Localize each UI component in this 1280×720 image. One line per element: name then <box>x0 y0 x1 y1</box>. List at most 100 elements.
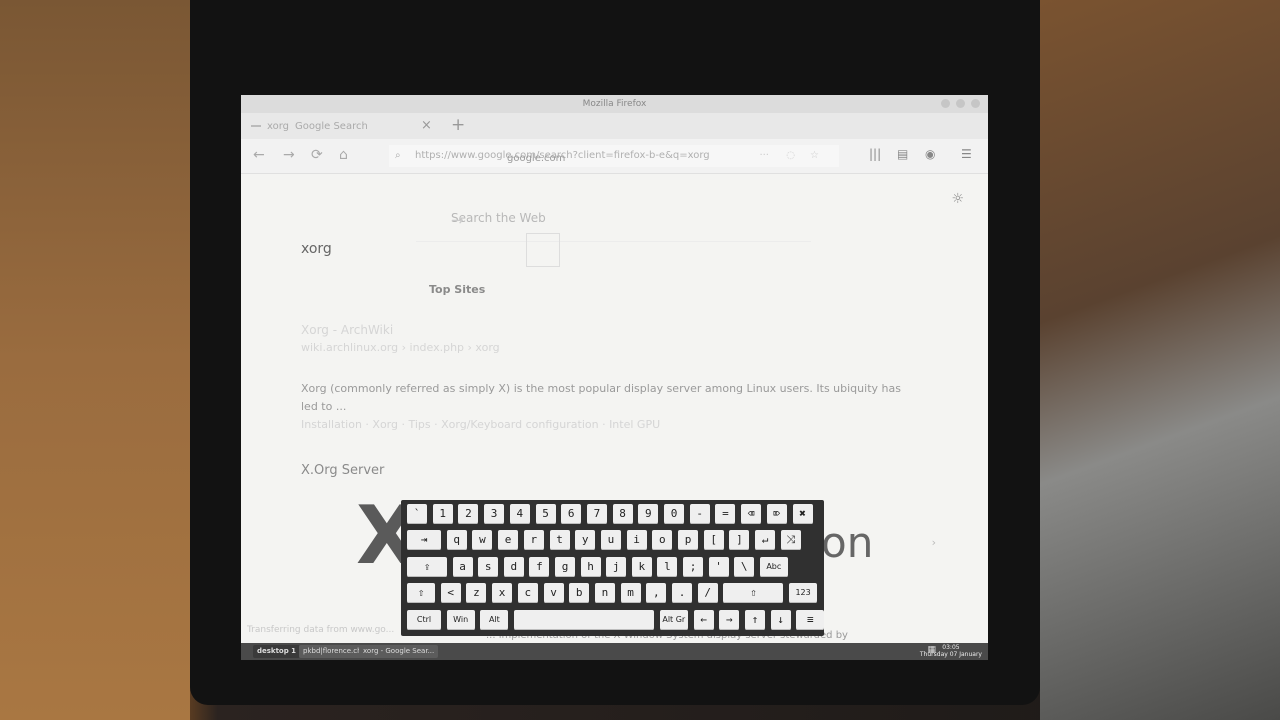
back-button[interactable]: ← <box>253 147 265 163</box>
taskbar-item-firefox[interactable]: xorg - Google Sear... <box>359 645 439 658</box>
key-row1-12[interactable]: = <box>715 504 736 524</box>
key-row5-0[interactable]: Ctrl <box>407 610 441 630</box>
key-row2-9[interactable]: o <box>652 530 673 550</box>
key-row3-1[interactable]: a <box>452 557 473 577</box>
key-row5-5[interactable]: ← <box>693 610 714 630</box>
key-row3-13[interactable]: Abc <box>759 557 788 577</box>
arrow-right-icon[interactable]: → <box>451 211 806 229</box>
key-row3-7[interactable]: j <box>606 557 627 577</box>
key-row2-6[interactable]: y <box>575 530 596 550</box>
key-row3-11[interactable]: ' <box>708 557 729 577</box>
key-row4-9[interactable]: , <box>646 583 667 603</box>
url-bar[interactable]: ⌕ https://www.google.com/search?client=f… <box>389 145 839 167</box>
key-row3-0[interactable]: ⇪ <box>407 557 447 577</box>
key-row3-5[interactable]: g <box>555 557 575 577</box>
tab-close-icon[interactable]: × <box>421 118 432 133</box>
key-row4-8[interactable]: m <box>620 583 641 603</box>
key-row1-3[interactable]: 3 <box>484 504 505 524</box>
customize-gear-icon[interactable]: ☼ <box>951 191 964 207</box>
key-row5-1[interactable]: Win <box>446 610 475 630</box>
key-row5-7[interactable]: ↑ <box>744 610 765 630</box>
key-row4-5[interactable]: v <box>543 583 564 603</box>
desktop-switcher[interactable]: desktop 1 <box>253 645 301 658</box>
key-row1-2[interactable]: 2 <box>458 504 479 524</box>
taskbar-item-florence[interactable]: pkbd|florence.ch <box>299 645 366 658</box>
key-row2-12[interactable]: ] <box>729 530 750 550</box>
key-row1-4[interactable]: 4 <box>509 504 530 524</box>
key-row2-3[interactable]: e <box>498 530 519 550</box>
key-row1-5[interactable]: 5 <box>535 504 556 524</box>
key-row3-12[interactable]: \ <box>734 557 755 577</box>
sidebar-icon[interactable]: ▤ <box>897 147 908 161</box>
key-row1-0[interactable]: ` <box>407 504 427 524</box>
reload-button[interactable]: ⟳ <box>311 147 323 163</box>
key-row2-11[interactable]: [ <box>703 530 724 550</box>
key-row1-10[interactable]: 0 <box>664 504 684 524</box>
bookmark-star-icon[interactable]: ☆ <box>810 145 819 167</box>
key-row3-6[interactable]: h <box>580 557 601 577</box>
key-row3-4[interactable]: f <box>529 557 550 577</box>
key-row2-1[interactable]: q <box>446 530 467 550</box>
key-row1-8[interactable]: 8 <box>612 504 633 524</box>
key-row4-4[interactable]: c <box>517 583 538 603</box>
key-row5-4[interactable]: Alt Gr <box>659 610 688 630</box>
key-row1-9[interactable]: 9 <box>638 504 659 524</box>
key-row4-6[interactable]: b <box>569 583 590 603</box>
forward-button[interactable]: → <box>283 147 295 163</box>
key-row1-14[interactable]: ⌦ <box>766 504 787 524</box>
key-row2-14[interactable]: ⤨ <box>780 530 801 550</box>
maximize-button[interactable] <box>956 99 965 108</box>
navigation-toolbar: ← → ⟳ ⌂ ⌕ https://www.google.com/search?… <box>241 139 988 174</box>
result-sublinks[interactable]: Installation · Xorg · Tips · Xorg/Keyboa… <box>301 418 660 431</box>
result-title-xorg-server[interactable]: X.Org Server <box>301 463 384 478</box>
key-row1-11[interactable]: - <box>689 504 710 524</box>
key-row2-0[interactable]: ⇥ <box>407 530 441 550</box>
key-row4-10[interactable]: . <box>672 583 692 603</box>
top-site-tile[interactable] <box>526 233 560 267</box>
chevron-right-icon[interactable]: › <box>932 536 936 549</box>
account-icon[interactable]: ◉ <box>925 147 935 161</box>
pocket-icon[interactable]: ◌ <box>786 145 795 167</box>
key-row4-7[interactable]: n <box>594 583 615 603</box>
key-row5-8[interactable]: ↓ <box>770 610 791 630</box>
key-row1-1[interactable]: 1 <box>432 504 453 524</box>
key-row4-2[interactable]: z <box>466 583 487 603</box>
key-row5-2[interactable]: Alt <box>480 610 509 630</box>
key-row3-3[interactable]: d <box>503 557 524 577</box>
close-window-button[interactable] <box>971 99 980 108</box>
result-title[interactable]: Xorg - ArchWiki <box>301 323 393 337</box>
key-row1-6[interactable]: 6 <box>561 504 582 524</box>
key-row2-5[interactable]: t <box>549 530 570 550</box>
key-row2-13[interactable]: ↵ <box>755 530 776 550</box>
minimize-button[interactable] <box>941 99 950 108</box>
key-row2-4[interactable]: r <box>523 530 544 550</box>
key-row1-15[interactable]: ✖ <box>792 504 813 524</box>
menu-icon[interactable]: ☰ <box>961 147 972 161</box>
key-row4-12[interactable]: ⇧ <box>723 583 784 603</box>
new-tab-button[interactable]: + <box>451 115 465 135</box>
key-row5-6[interactable]: → <box>719 610 740 630</box>
key-row4-3[interactable]: x <box>492 583 513 603</box>
key-row3-8[interactable]: k <box>631 557 652 577</box>
library-icon[interactable]: ||| <box>869 147 881 161</box>
key-row2-2[interactable]: w <box>472 530 493 550</box>
key-row2-8[interactable]: i <box>626 530 647 550</box>
key-row2-7[interactable]: u <box>600 530 621 550</box>
key-row3-9[interactable]: l <box>657 557 678 577</box>
key-row2-10[interactable]: p <box>678 530 698 550</box>
key-row1-7[interactable]: 7 <box>586 504 607 524</box>
key-row4-0[interactable]: ⇧ <box>407 583 435 603</box>
key-row3-2[interactable]: s <box>478 557 499 577</box>
page-actions-icon[interactable]: ··· <box>759 145 769 167</box>
key-row4-1[interactable]: < <box>440 583 461 603</box>
key-row3-10[interactable]: ; <box>683 557 703 577</box>
key-row4-13[interactable]: 123 <box>789 583 818 603</box>
key-row4-11[interactable]: / <box>697 583 718 603</box>
home-button[interactable]: ⌂ <box>339 147 348 163</box>
key-row5-9[interactable]: ≡ <box>796 610 825 630</box>
key-row1-13[interactable]: ⌫ <box>741 504 762 524</box>
ntp-search-box[interactable]: Search the Web → <box>416 201 811 242</box>
key-row5-3[interactable] <box>514 610 655 630</box>
tab-xorg-google-search[interactable]: xorg Google Search <box>251 113 436 139</box>
result-url[interactable]: wiki.archlinux.org › index.php › xorg <box>301 341 500 354</box>
